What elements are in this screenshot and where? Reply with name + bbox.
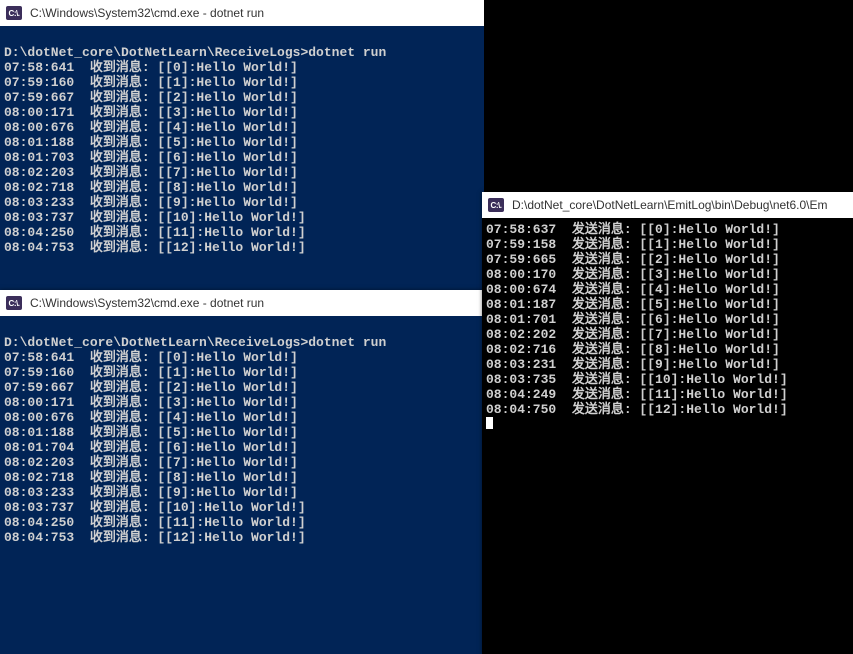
window-title: C:\Windows\System32\cmd.exe - dotnet run bbox=[30, 296, 264, 310]
titlebar[interactable]: C:\. C:\Windows\System32\cmd.exe - dotne… bbox=[0, 0, 484, 26]
window-title: C:\Windows\System32\cmd.exe - dotnet run bbox=[30, 6, 264, 20]
titlebar[interactable]: C:\. D:\dotNet_core\DotNetLearn\EmitLog\… bbox=[482, 192, 853, 218]
receive-logs-window-1[interactable]: C:\. C:\Windows\System32\cmd.exe - dotne… bbox=[0, 0, 484, 292]
receive-logs-window-2[interactable]: C:\. C:\Windows\System32\cmd.exe - dotne… bbox=[0, 290, 484, 654]
cursor bbox=[486, 417, 493, 429]
terminal-output[interactable]: D:\dotNet_core\DotNetLearn\ReceiveLogs>d… bbox=[0, 26, 484, 292]
titlebar[interactable]: C:\. C:\Windows\System32\cmd.exe - dotne… bbox=[0, 290, 484, 316]
cmd-icon: C:\. bbox=[6, 6, 22, 20]
cmd-icon: C:\. bbox=[488, 198, 504, 212]
emit-log-window[interactable]: C:\. D:\dotNet_core\DotNetLearn\EmitLog\… bbox=[482, 192, 853, 654]
terminal-output[interactable]: D:\dotNet_core\DotNetLearn\ReceiveLogs>d… bbox=[0, 316, 484, 654]
cmd-icon: C:\. bbox=[6, 296, 22, 310]
window-title: D:\dotNet_core\DotNetLearn\EmitLog\bin\D… bbox=[512, 198, 828, 212]
terminal-output[interactable]: 07:58:637 发送消息: [[0]:Hello World!] 07:59… bbox=[482, 218, 853, 654]
